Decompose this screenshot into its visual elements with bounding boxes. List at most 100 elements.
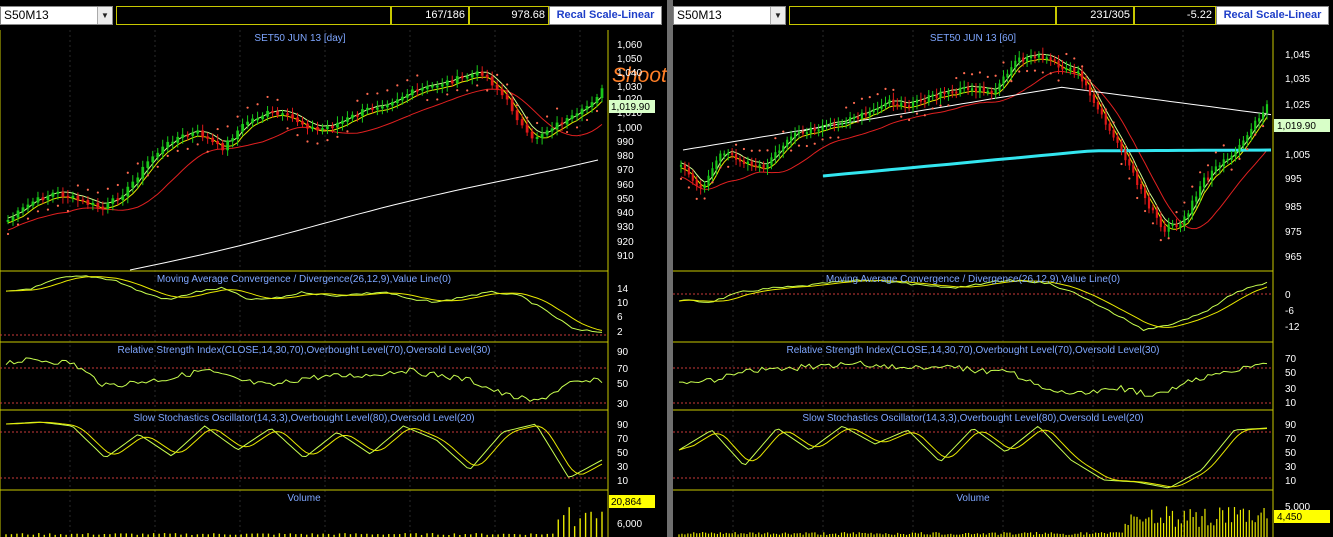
sar-dot <box>156 165 159 168</box>
candle-body <box>1187 213 1190 218</box>
left-volume-title: Volume <box>287 493 321 504</box>
sar-dot <box>456 89 459 92</box>
candle-body <box>1108 123 1111 131</box>
sar-dot <box>915 112 919 115</box>
sar-dot <box>679 177 683 180</box>
sar-dot <box>186 147 189 150</box>
candle-body <box>711 168 714 177</box>
sar-dot <box>1136 196 1139 200</box>
candle-body <box>947 91 950 95</box>
sar-dot <box>286 127 289 130</box>
axis-tick-label: 1,000 <box>617 123 642 134</box>
candle-body <box>1258 118 1261 122</box>
candle-body <box>301 121 304 125</box>
candle-body <box>1191 200 1194 215</box>
candle-body <box>982 86 985 93</box>
right-toolbar: S50M13 ▼ 231/305 -5.22 Recal Scale-Linea… <box>673 0 1333 30</box>
candle-body <box>746 161 749 165</box>
candle-body <box>181 134 185 138</box>
candle-body <box>1100 108 1103 115</box>
candle-body <box>111 198 115 204</box>
candle-body <box>1081 71 1084 82</box>
axis-tick-label: 30 <box>617 462 629 473</box>
candle-body <box>695 179 698 186</box>
candle-body <box>331 126 334 129</box>
candle-body <box>206 136 210 139</box>
right-symbol-select[interactable]: S50M13 ▼ <box>673 6 786 25</box>
candle-body <box>872 109 875 113</box>
sar-dot <box>575 126 579 129</box>
axis-tick-label: 970 <box>617 165 634 176</box>
candle-body <box>475 71 479 76</box>
candle-body <box>723 153 726 156</box>
axis-tick-label: 10 <box>1285 476 1297 487</box>
candle-body <box>1002 76 1005 85</box>
ma-fast-line-2 <box>680 53 1268 225</box>
axis-tick-label: 1,030 <box>617 82 642 93</box>
candle-body <box>161 146 165 154</box>
candle-body <box>1175 223 1178 228</box>
candle-body <box>211 137 215 143</box>
sar-dot <box>366 92 369 95</box>
candle-body <box>271 110 274 113</box>
axis-tick-label: 2 <box>617 327 623 338</box>
candle-body <box>535 137 539 140</box>
axis-tick-label: 940 <box>617 208 634 219</box>
axis-tick-label: 14 <box>617 284 629 295</box>
candle-body <box>1234 151 1237 157</box>
candle-body <box>1037 54 1040 58</box>
candle-body <box>758 164 761 167</box>
sar-dot <box>446 93 449 96</box>
candle-body <box>216 141 220 145</box>
candle-body <box>31 201 35 206</box>
chevron-down-icon[interactable]: ▼ <box>97 7 112 24</box>
chevron-down-icon[interactable]: ▼ <box>770 7 785 24</box>
candle-body <box>837 123 840 126</box>
axis-tick-label: 1,050 <box>617 54 642 65</box>
sar-dot <box>687 186 690 189</box>
candle-body <box>888 99 891 104</box>
left-symbol-select[interactable]: S50M13 ▼ <box>0 6 113 25</box>
left-last-price: 1,019.90 <box>611 102 650 113</box>
sar-dot <box>1049 72 1052 75</box>
candle-body <box>570 115 574 120</box>
candle-body <box>16 210 20 218</box>
left-price-pane <box>6 65 604 271</box>
stoch-k-line <box>5 421 603 478</box>
axis-tick-label: 1,060 <box>617 40 642 51</box>
candle-body <box>809 127 812 134</box>
candle-body <box>797 131 801 134</box>
candle-body <box>1147 197 1151 209</box>
candle-body <box>256 118 259 121</box>
left-chart-area[interactable]: SET50 JUN 13 [day] Shooting Star 1,0601,… <box>0 30 667 537</box>
right-chart-area[interactable]: SET50 JUN 13 [60] 1,045 1,035 1,025 1,005 99… <box>673 30 1333 537</box>
candle-body <box>266 110 269 117</box>
candle-body <box>11 216 15 221</box>
candle-body <box>1250 128 1253 137</box>
left-recal-scale-button[interactable]: Recal Scale-Linear <box>549 6 662 25</box>
sar-dot <box>758 149 761 152</box>
candle-body <box>868 111 871 116</box>
candle-body <box>927 94 930 103</box>
candle-body <box>1096 101 1099 110</box>
sar-dot <box>536 121 539 125</box>
candle-body <box>346 117 349 122</box>
candle-body <box>36 197 40 203</box>
candle-body <box>1077 71 1080 74</box>
sar-dot <box>837 136 840 139</box>
candle-body <box>1202 177 1206 188</box>
candle-body <box>226 140 230 151</box>
right-info-bar <box>789 6 1056 25</box>
candle-body <box>530 131 534 139</box>
candle-body <box>500 88 504 96</box>
sar-dot <box>6 232 10 236</box>
candle-body <box>311 126 314 129</box>
candle-body <box>485 74 489 78</box>
right-chart-window: S50M13 ▼ 231/305 -5.22 Recal Scale-Linea… <box>673 0 1333 537</box>
sar-dot <box>1230 168 1233 171</box>
right-recal-scale-button[interactable]: Recal Scale-Linear <box>1216 6 1329 25</box>
candle-body <box>1132 164 1135 173</box>
sar-dot <box>76 184 79 187</box>
candle-body <box>76 195 80 201</box>
candle-body <box>376 107 379 110</box>
